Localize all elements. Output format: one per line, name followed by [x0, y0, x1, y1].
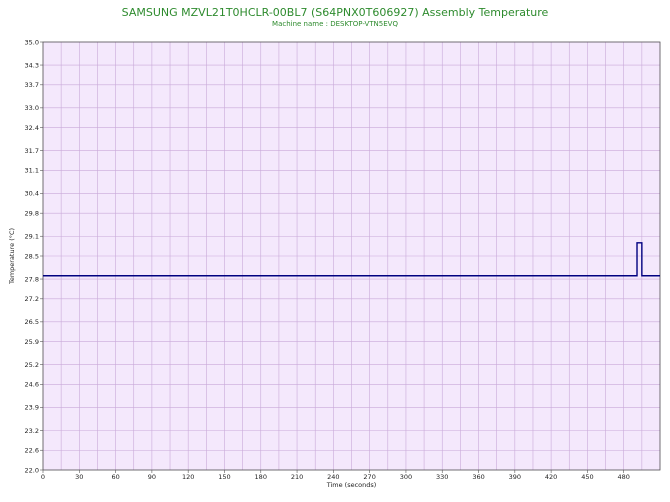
- y-tick-label: 23.9: [25, 404, 39, 412]
- x-tick-label: 60: [111, 473, 119, 481]
- y-tick-label: 35.0: [25, 38, 39, 46]
- y-tick-label: 24.6: [25, 381, 39, 389]
- x-tick-label: 150: [218, 473, 230, 481]
- x-tick-label: 330: [436, 473, 448, 481]
- x-tick-label: 30: [75, 473, 83, 481]
- y-tick-label: 29.1: [25, 233, 39, 241]
- x-tick-label: 420: [545, 473, 557, 481]
- y-axis: 22.0 22.6 23.2 23.9 24.6 25.2 25.9 26.5 27.2 27.8…: [25, 38, 43, 474]
- y-tick-label: 22.0: [25, 466, 39, 474]
- y-tick-label: 27.8: [25, 275, 39, 283]
- x-tick-label: 240: [327, 473, 339, 481]
- x-tick-label: 360: [472, 473, 484, 481]
- x-tick-label: 450: [581, 473, 593, 481]
- chart-canvas: 0 30 60 90 120 150 180 210 240 270 300 330 360 390 420…: [8, 38, 661, 489]
- y-tick-label: 22.6: [25, 447, 39, 455]
- y-tick-label: 32.4: [25, 124, 39, 132]
- x-tick-label: 0: [41, 473, 45, 481]
- y-tick-label: 29.8: [25, 210, 39, 218]
- x-tick-label: 210: [291, 473, 303, 481]
- y-tick-label: 31.1: [25, 167, 39, 175]
- x-axis-label: Time (seconds): [326, 481, 377, 489]
- x-tick-label: 120: [182, 473, 194, 481]
- x-tick-label: 90: [148, 473, 156, 481]
- x-tick-label: 270: [363, 473, 375, 481]
- x-tick-label: 180: [255, 473, 267, 481]
- y-tick-label: 34.3: [25, 61, 39, 69]
- y-tick-label: 28.5: [25, 252, 39, 260]
- y-tick-label: 30.4: [25, 190, 39, 198]
- y-tick-label: 31.7: [25, 147, 39, 155]
- y-tick-label: 27.2: [25, 295, 39, 303]
- y-tick-label: 25.2: [25, 361, 39, 369]
- y-tick-label: 33.0: [25, 104, 39, 112]
- x-tick-label: 480: [617, 473, 629, 481]
- y-axis-label: Temperature (°C): [8, 228, 16, 285]
- y-tick-label: 25.9: [25, 338, 39, 346]
- y-tick-label: 26.5: [25, 318, 39, 326]
- x-axis: 0 30 60 90 120 150 180 210 240 270 300 330 360 390 420…: [41, 470, 630, 481]
- x-tick-label: 300: [400, 473, 412, 481]
- y-tick-label: 23.2: [25, 427, 39, 435]
- y-tick-label: 33.7: [25, 81, 39, 89]
- x-tick-label: 390: [509, 473, 521, 481]
